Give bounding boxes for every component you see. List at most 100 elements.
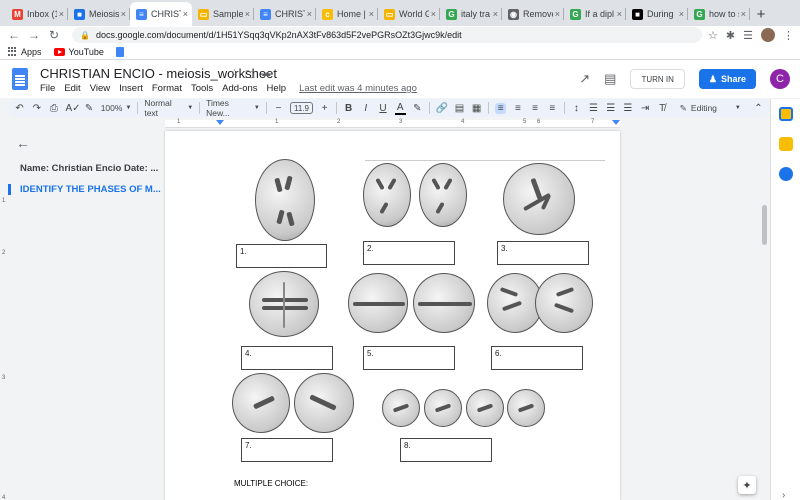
menu-tools[interactable]: Tools	[191, 83, 213, 94]
menu-insert[interactable]: Insert	[119, 83, 143, 94]
insert-image-icon[interactable]: ▦	[471, 103, 482, 114]
activity-trend-icon[interactable]: ↗	[579, 71, 590, 87]
bookmark-apps[interactable]: Apps	[8, 47, 42, 57]
justify-icon[interactable]: ≡	[547, 103, 558, 114]
clear-format-icon[interactable]: T̸	[657, 103, 668, 114]
editing-mode-dropdown[interactable]: ✎ Editing ▼	[674, 103, 747, 114]
menu-view[interactable]: View	[90, 83, 110, 94]
answer-box-7[interactable]: 7.	[241, 438, 333, 462]
align-center-icon[interactable]: ≡	[512, 103, 523, 114]
turn-in-button[interactable]: TURN IN	[630, 69, 685, 89]
answer-box-6[interactable]: 6.	[491, 346, 583, 370]
numbered-list-icon[interactable]: ☰	[605, 103, 616, 114]
browser-tab[interactable]: ≡ CHRISTI…×	[130, 2, 192, 26]
last-edit-link[interactable]: Last edit was 4 minutes ago	[299, 83, 417, 94]
keep-icon[interactable]	[779, 137, 793, 151]
document-page[interactable]: 1. 2. 3. 4. 5. 6. 7. 8. MULTIPLE CHOICE:	[165, 131, 620, 500]
close-icon[interactable]: ×	[617, 9, 622, 19]
answer-box-8[interactable]: 8.	[400, 438, 492, 462]
browser-tab[interactable]: ▭ Sample…×	[192, 2, 254, 26]
zoom-dropdown[interactable]: 100% ▼	[101, 103, 132, 113]
add-comment-icon[interactable]: ▤	[454, 103, 465, 114]
close-icon[interactable]: ×	[59, 9, 64, 19]
browser-tab[interactable]: G If a dipl…×	[564, 2, 626, 26]
underline-icon[interactable]: U	[377, 103, 388, 114]
decrease-font-icon[interactable]: −	[273, 103, 284, 114]
undo-icon[interactable]: ↶	[14, 103, 25, 114]
bulleted-list-icon[interactable]: ☰	[622, 103, 633, 114]
back-icon[interactable]: ←	[6, 27, 22, 43]
browser-tab[interactable]: ■ During …×	[626, 2, 688, 26]
checklist-icon[interactable]: ☰	[588, 103, 599, 114]
style-dropdown[interactable]: Normal text ▼	[144, 98, 193, 118]
right-indent-marker[interactable]	[612, 120, 620, 125]
answer-box-4[interactable]: 4.	[241, 346, 333, 370]
browser-tab[interactable]: M Inbox (1…×	[6, 2, 68, 26]
menu-addons[interactable]: Add-ons	[222, 83, 257, 94]
link-icon[interactable]: 🔗	[436, 103, 448, 114]
close-icon[interactable]: ×	[121, 9, 126, 19]
share-button[interactable]: ♟ Share	[698, 69, 756, 89]
new-tab-icon[interactable]: +	[750, 2, 772, 26]
close-icon[interactable]: ×	[431, 9, 436, 19]
browser-tab[interactable]: Gitaly tra…×	[440, 2, 502, 26]
paint-format-icon[interactable]: ✎	[84, 103, 95, 114]
print-icon[interactable]: ⎙	[48, 103, 59, 114]
browser-tab[interactable]: Ghow to s…×	[688, 2, 750, 26]
close-icon[interactable]: ×	[741, 9, 746, 19]
explore-icon[interactable]: ✦	[738, 476, 756, 494]
close-icon[interactable]: ×	[245, 9, 250, 19]
browser-tab[interactable]: c Home | …×	[316, 2, 378, 26]
comment-icon[interactable]: ▤	[604, 71, 616, 87]
hide-menus-icon[interactable]: ⌃	[753, 103, 764, 114]
italic-icon[interactable]: I	[360, 103, 371, 114]
back-arrow-icon[interactable]: ←	[16, 135, 163, 151]
answer-box-5[interactable]: 5.	[363, 346, 455, 370]
text-color-icon[interactable]: A	[394, 102, 406, 115]
browser-tab[interactable]: ▭ World G…×	[378, 2, 440, 26]
answer-box-3[interactable]: 3.	[497, 241, 589, 265]
tasks-icon[interactable]	[779, 167, 793, 181]
vertical-scrollbar[interactable]	[762, 205, 767, 245]
outline-heading-active[interactable]: IDENTIFY THE PHASES OF M...	[8, 184, 163, 195]
docs-logo-icon[interactable]	[12, 68, 28, 90]
highlight-icon[interactable]: ✎	[412, 103, 423, 114]
align-left-icon[interactable]: ≡	[495, 102, 507, 114]
bookmark-docs[interactable]	[115, 46, 124, 57]
menu-edit[interactable]: Edit	[64, 83, 80, 94]
left-indent-marker[interactable]	[216, 120, 224, 125]
profile-avatar[interactable]	[761, 28, 775, 42]
browser-tab[interactable]: ◉ Remove…×	[502, 2, 564, 26]
collapse-panel-icon[interactable]: ›	[782, 490, 785, 500]
outline-heading[interactable]: Name: Christian Encio Date: ...	[20, 163, 163, 174]
close-icon[interactable]: ×	[183, 9, 188, 19]
align-right-icon[interactable]: ≡	[529, 103, 540, 114]
more-icon[interactable]: ⋮	[783, 29, 794, 42]
increase-font-icon[interactable]: +	[319, 103, 330, 114]
reload-icon[interactable]: ↻	[46, 27, 62, 43]
close-icon[interactable]: ×	[679, 9, 684, 19]
browser-tab[interactable]: ■ Meiosis…×	[68, 2, 130, 26]
extensions-icon[interactable]: ✱	[726, 29, 735, 42]
answer-box-2[interactable]: 2.	[363, 241, 455, 265]
font-dropdown[interactable]: Times New... ▼	[206, 98, 260, 118]
bookmark-youtube[interactable]: YouTube	[53, 47, 104, 57]
indent-icon[interactable]: ⇥	[639, 103, 650, 114]
close-icon[interactable]: ×	[493, 9, 498, 19]
browser-tab[interactable]: ≡ CHRISTI…×	[254, 2, 316, 26]
answer-box-1[interactable]: 1.	[236, 244, 327, 268]
calendar-icon[interactable]	[779, 107, 793, 121]
close-icon[interactable]: ×	[555, 9, 560, 19]
close-icon[interactable]: ×	[307, 9, 312, 19]
close-icon[interactable]: ×	[369, 9, 374, 19]
user-avatar[interactable]: C	[770, 69, 790, 89]
line-spacing-icon[interactable]: ↕	[571, 103, 582, 114]
menu-format[interactable]: Format	[152, 83, 182, 94]
menu-file[interactable]: File	[40, 83, 55, 94]
star-icon[interactable]: ☆	[708, 29, 718, 42]
spellcheck-icon[interactable]: A✓	[66, 103, 81, 114]
font-size-input[interactable]: 11.9	[289, 102, 313, 114]
forward-icon[interactable]: →	[26, 27, 42, 43]
menu-icon[interactable]: ☰	[743, 29, 753, 42]
menu-help[interactable]: Help	[267, 83, 287, 94]
